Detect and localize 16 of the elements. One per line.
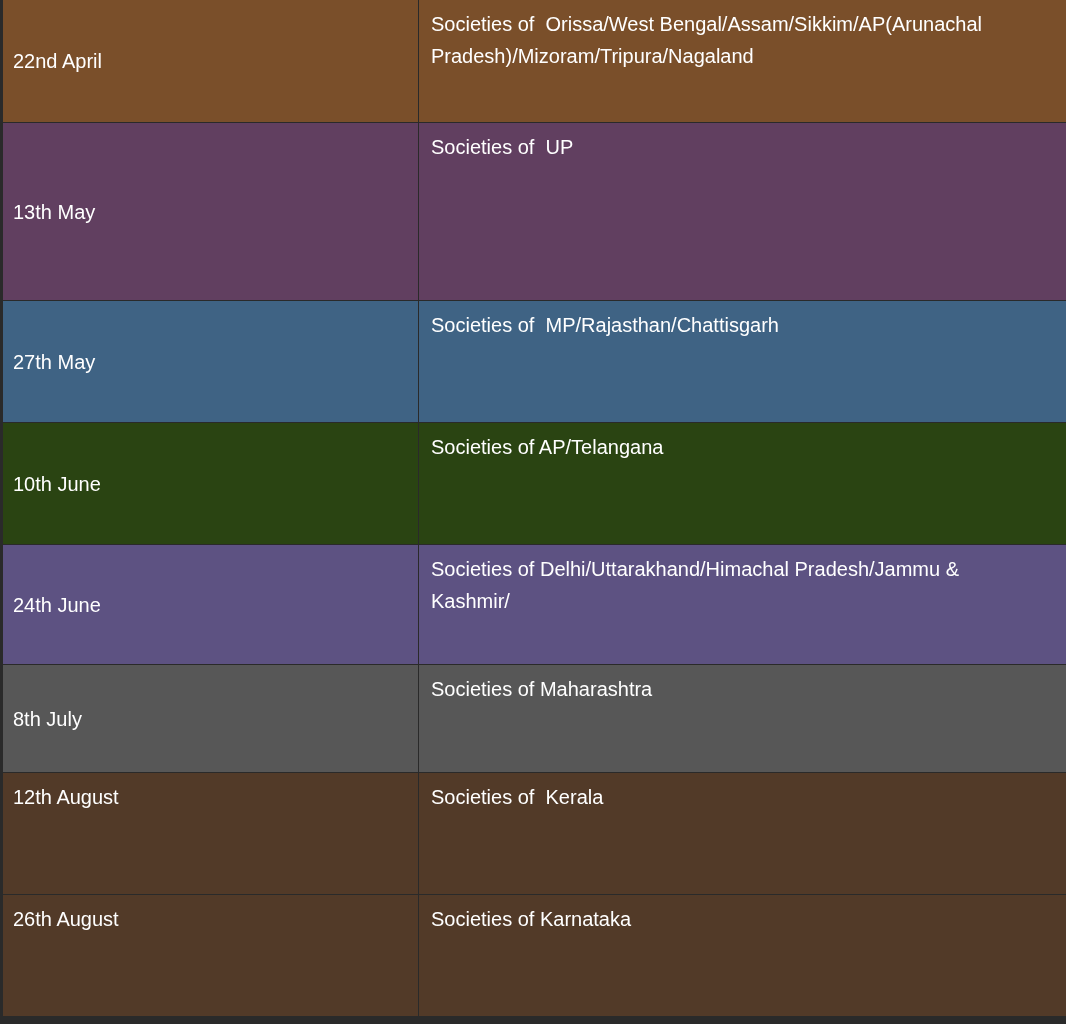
table-cell: Societies of Orissa/West Bengal/Assam/Sikkim/AP(Arunachal Pradesh)/Mizoram/Tripura/Nagaland	[419, 0, 1066, 122]
table-cell: 10th June	[3, 423, 418, 544]
table-cell: 8th July	[3, 665, 418, 772]
table-cell: Societies of AP/Telangana	[419, 423, 1066, 544]
table-cell: 27th May	[3, 301, 418, 422]
table-cell: 13th May	[3, 123, 418, 300]
table-cell: Societies of UP	[419, 123, 1066, 300]
table-cell: Societies of MP/Rajasthan/Chattisgarh	[419, 301, 1066, 422]
table-cell: 26th August	[3, 895, 418, 1016]
table-cell: Societies of Kerala	[419, 773, 1066, 894]
table-cell: 12th August	[3, 773, 418, 894]
table-cell: 24th June	[3, 545, 418, 664]
table-cell: Societies of Maharashtra	[419, 665, 1066, 772]
table-cell: 22nd April	[3, 0, 418, 122]
table-cell: Societies of Delhi/Uttarakhand/Himachal Pradesh/Jammu & Kashmir/	[419, 545, 1066, 664]
table-cell: Societies of Karnataka	[419, 895, 1066, 1016]
